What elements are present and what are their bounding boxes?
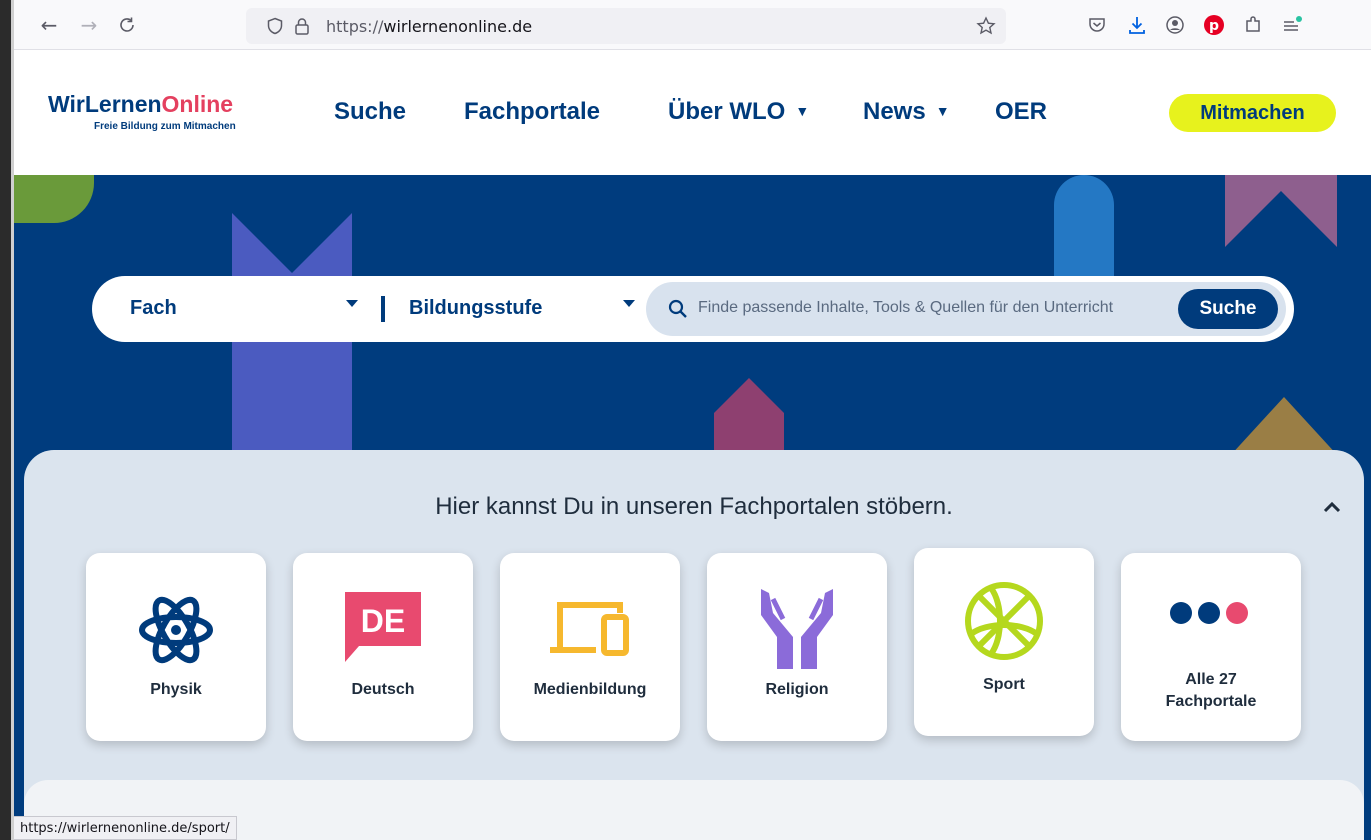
menu-icon[interactable] bbox=[1279, 12, 1305, 38]
nav-oer[interactable]: OER bbox=[995, 98, 1047, 126]
devices-icon bbox=[500, 585, 680, 675]
account-icon[interactable] bbox=[1162, 12, 1188, 38]
decor-house-shape bbox=[714, 378, 784, 458]
portal-card-physik[interactable]: Physik bbox=[86, 553, 266, 741]
atom-icon bbox=[86, 585, 266, 675]
card-label: Alle 27 Fachportale bbox=[1121, 669, 1301, 713]
caret-down-icon: ▼ bbox=[935, 103, 950, 119]
lock-icon[interactable] bbox=[294, 17, 310, 40]
card-label: Religion bbox=[765, 681, 829, 698]
portal-card-medienbildung[interactable]: Medienbildung bbox=[500, 553, 680, 741]
extensions-icon[interactable] bbox=[1240, 12, 1266, 38]
nav-label: Suche bbox=[334, 98, 407, 125]
card-label: Physik bbox=[150, 681, 202, 698]
logo-text-part1: WirLernen bbox=[48, 91, 162, 117]
shield-icon[interactable] bbox=[266, 17, 284, 40]
nav-news[interactable]: News ▼ bbox=[863, 98, 950, 126]
portal-card-sport[interactable]: Sport bbox=[914, 548, 1094, 736]
pocket-icon[interactable] bbox=[1084, 12, 1110, 38]
site-logo[interactable]: WirLernenOnline bbox=[48, 91, 233, 118]
url-bar[interactable]: https://wirlernenonline.de bbox=[246, 8, 1006, 44]
download-icon[interactable] bbox=[1124, 12, 1150, 38]
nav-label: Über WLO bbox=[668, 98, 786, 125]
search-placeholder: Finde passende Inhalte, Tools & Quellen … bbox=[698, 299, 1114, 316]
nav-label: Fachportale bbox=[464, 98, 601, 125]
mitmachen-button[interactable]: Mitmachen bbox=[1169, 94, 1336, 132]
card-label-line2: Fachportale bbox=[1165, 693, 1257, 710]
speech-de-icon: DE bbox=[293, 585, 473, 675]
hands-icon bbox=[707, 585, 887, 675]
card-label: Deutsch bbox=[351, 681, 415, 698]
card-label: Sport bbox=[983, 676, 1025, 693]
level-label: Bildungsstufe bbox=[409, 297, 543, 319]
decor-green-shape bbox=[14, 175, 94, 223]
browser-toolbar: ← → https://wirlernenonline.de p bbox=[14, 0, 1371, 50]
search-button-label: Suche bbox=[1199, 298, 1257, 319]
svg-text:p: p bbox=[1209, 18, 1219, 34]
browser-window: ← → https://wirlernenonline.de p WirLern… bbox=[14, 0, 1371, 840]
site-header: WirLernenOnline Freie Bildung zum Mitmac… bbox=[14, 50, 1371, 175]
cta-label: Mitmachen bbox=[1200, 101, 1305, 124]
search-bar: Fach Bildungsstufe Finde passende Inhalt… bbox=[92, 276, 1294, 342]
card-label-line1: Alle 27 bbox=[1185, 671, 1237, 688]
nav-fachportale[interactable]: Fachportale bbox=[464, 98, 600, 126]
decor-gold-triangle bbox=[1229, 397, 1339, 457]
search-button[interactable]: Suche bbox=[1178, 289, 1278, 329]
logo-tagline: Freie Bildung zum Mitmachen bbox=[94, 121, 236, 132]
decor-mauve-shape bbox=[1225, 175, 1337, 247]
portal-card-alle[interactable]: Alle 27 Fachportale bbox=[1121, 553, 1301, 741]
separator bbox=[381, 296, 385, 322]
portal-card-religion[interactable]: Religion bbox=[707, 553, 887, 741]
search-icon bbox=[668, 299, 688, 324]
nav-ueber-wlo[interactable]: Über WLO ▼ bbox=[668, 98, 809, 126]
bookmark-star-icon[interactable] bbox=[976, 16, 996, 41]
window-edge bbox=[0, 0, 14, 840]
portals-title: Hier kannst Du in unseren Fachportalen s… bbox=[435, 493, 953, 520]
url-protocol: https:// bbox=[326, 17, 384, 36]
ball-icon bbox=[914, 576, 1094, 666]
nav-label: News bbox=[863, 98, 926, 125]
url-text[interactable]: https://wirlernenonline.de bbox=[326, 17, 532, 36]
decor-blue-pill bbox=[1054, 175, 1114, 285]
hero-section: Fach Bildungsstufe Finde passende Inhalt… bbox=[14, 175, 1371, 840]
url-host: wirlernenonline.de bbox=[383, 17, 533, 36]
pinterest-icon[interactable]: p bbox=[1201, 12, 1227, 38]
back-icon[interactable]: ← bbox=[36, 12, 62, 38]
nav-suche[interactable]: Suche bbox=[334, 98, 406, 126]
status-bar-url: https://wirlernenonline.de/sport/ bbox=[14, 816, 237, 840]
portal-card-deutsch[interactable]: DE Deutsch bbox=[293, 553, 473, 741]
card-label: Medienbildung bbox=[533, 681, 647, 698]
reload-icon[interactable] bbox=[114, 12, 140, 38]
chevron-up-icon[interactable] bbox=[1322, 497, 1342, 517]
dots-icon bbox=[1121, 573, 1301, 653]
web-page: WirLernenOnline Freie Bildung zum Mitmac… bbox=[14, 50, 1371, 840]
forward-icon[interactable]: → bbox=[76, 12, 102, 38]
logo-text-part2: Online bbox=[161, 91, 234, 117]
de-icon-text: DE bbox=[361, 603, 405, 639]
search-input[interactable]: Finde passende Inhalte, Tools & Quellen … bbox=[646, 282, 1286, 336]
caret-down-icon bbox=[623, 300, 635, 307]
caret-down-icon: ▼ bbox=[795, 103, 810, 119]
caret-down-icon bbox=[346, 300, 358, 307]
nav-label: OER bbox=[995, 98, 1048, 125]
subject-label: Fach bbox=[130, 297, 177, 319]
